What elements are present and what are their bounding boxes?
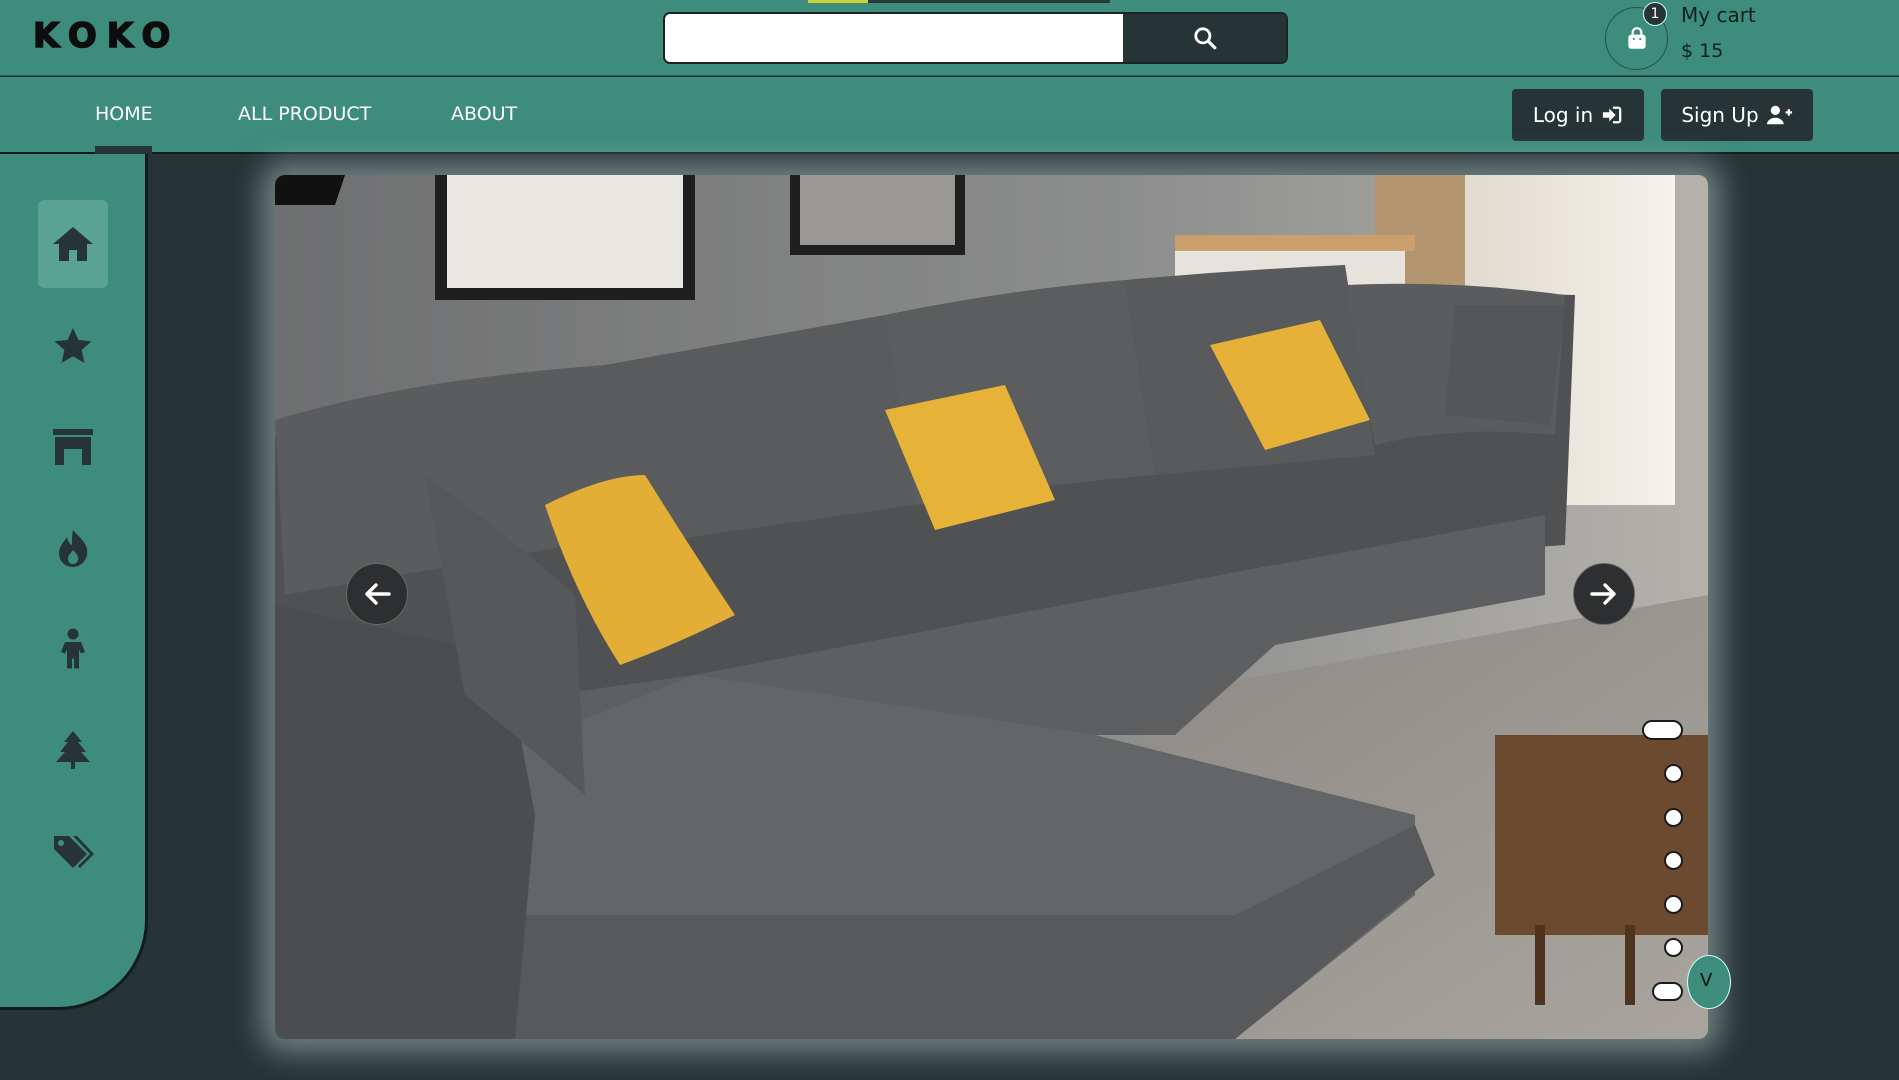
- sidebar-item-kids[interactable]: [38, 605, 108, 693]
- slide-dot-1[interactable]: [1642, 720, 1683, 740]
- slide-dot-3[interactable]: [1664, 808, 1683, 827]
- prev-slide-button[interactable]: [346, 563, 408, 625]
- signup-label: Sign Up: [1681, 103, 1759, 127]
- fire-icon: [59, 530, 88, 567]
- signup-button[interactable]: Sign Up: [1661, 89, 1813, 141]
- loading-bar-fill: [808, 0, 868, 3]
- furniture-icon: [53, 429, 93, 465]
- cart-amount: $ 15: [1681, 40, 1724, 62]
- nav-all-product[interactable]: ALL PRODUCT: [238, 103, 371, 125]
- tree-icon: [56, 731, 90, 769]
- sidebar-item-trending[interactable]: [38, 504, 108, 592]
- user-plus-icon: [1766, 105, 1792, 125]
- shopping-bag-icon: [1627, 26, 1646, 49]
- search-bar: [663, 12, 1288, 64]
- sidebar-item-favorites[interactable]: [38, 302, 108, 390]
- arrow-left-icon: [365, 583, 391, 605]
- sign-in-icon: [1603, 106, 1622, 124]
- home-icon: [53, 227, 93, 261]
- cart-count-badge: 1: [1643, 2, 1667, 26]
- slide-dot-5[interactable]: [1664, 895, 1683, 914]
- nav-about[interactable]: ABOUT: [451, 103, 517, 125]
- nav-home[interactable]: HOME: [95, 103, 153, 125]
- login-label: Log in: [1532, 103, 1594, 127]
- slide-dot-4[interactable]: [1664, 851, 1683, 870]
- sidebar-item-furniture[interactable]: [38, 403, 108, 491]
- hero-slider: [275, 175, 1708, 1039]
- next-slide-button[interactable]: [1573, 563, 1635, 625]
- tags-icon: [54, 836, 94, 868]
- slide-dot-2[interactable]: [1664, 764, 1683, 783]
- search-button[interactable]: [1123, 14, 1286, 62]
- child-icon: [61, 628, 85, 669]
- slide-dot-7[interactable]: [1652, 982, 1683, 1001]
- search-input[interactable]: [665, 14, 1123, 62]
- slide-image: [275, 175, 1708, 1039]
- star-icon: [54, 328, 92, 363]
- logo[interactable]: KOKO: [32, 15, 180, 57]
- sidebar-item-home[interactable]: [38, 200, 108, 288]
- cart-title[interactable]: My cart: [1681, 3, 1756, 27]
- active-nav-indicator: [95, 146, 152, 154]
- floating-action-button[interactable]: V: [1687, 955, 1731, 1009]
- slide-dot-6[interactable]: [1664, 938, 1683, 957]
- login-button[interactable]: Log in: [1512, 89, 1644, 141]
- sidebar-item-deals[interactable]: [38, 808, 108, 896]
- arrow-right-icon: [1590, 583, 1616, 605]
- sidebar-item-outdoor[interactable]: [38, 706, 108, 794]
- search-icon: [1193, 27, 1216, 50]
